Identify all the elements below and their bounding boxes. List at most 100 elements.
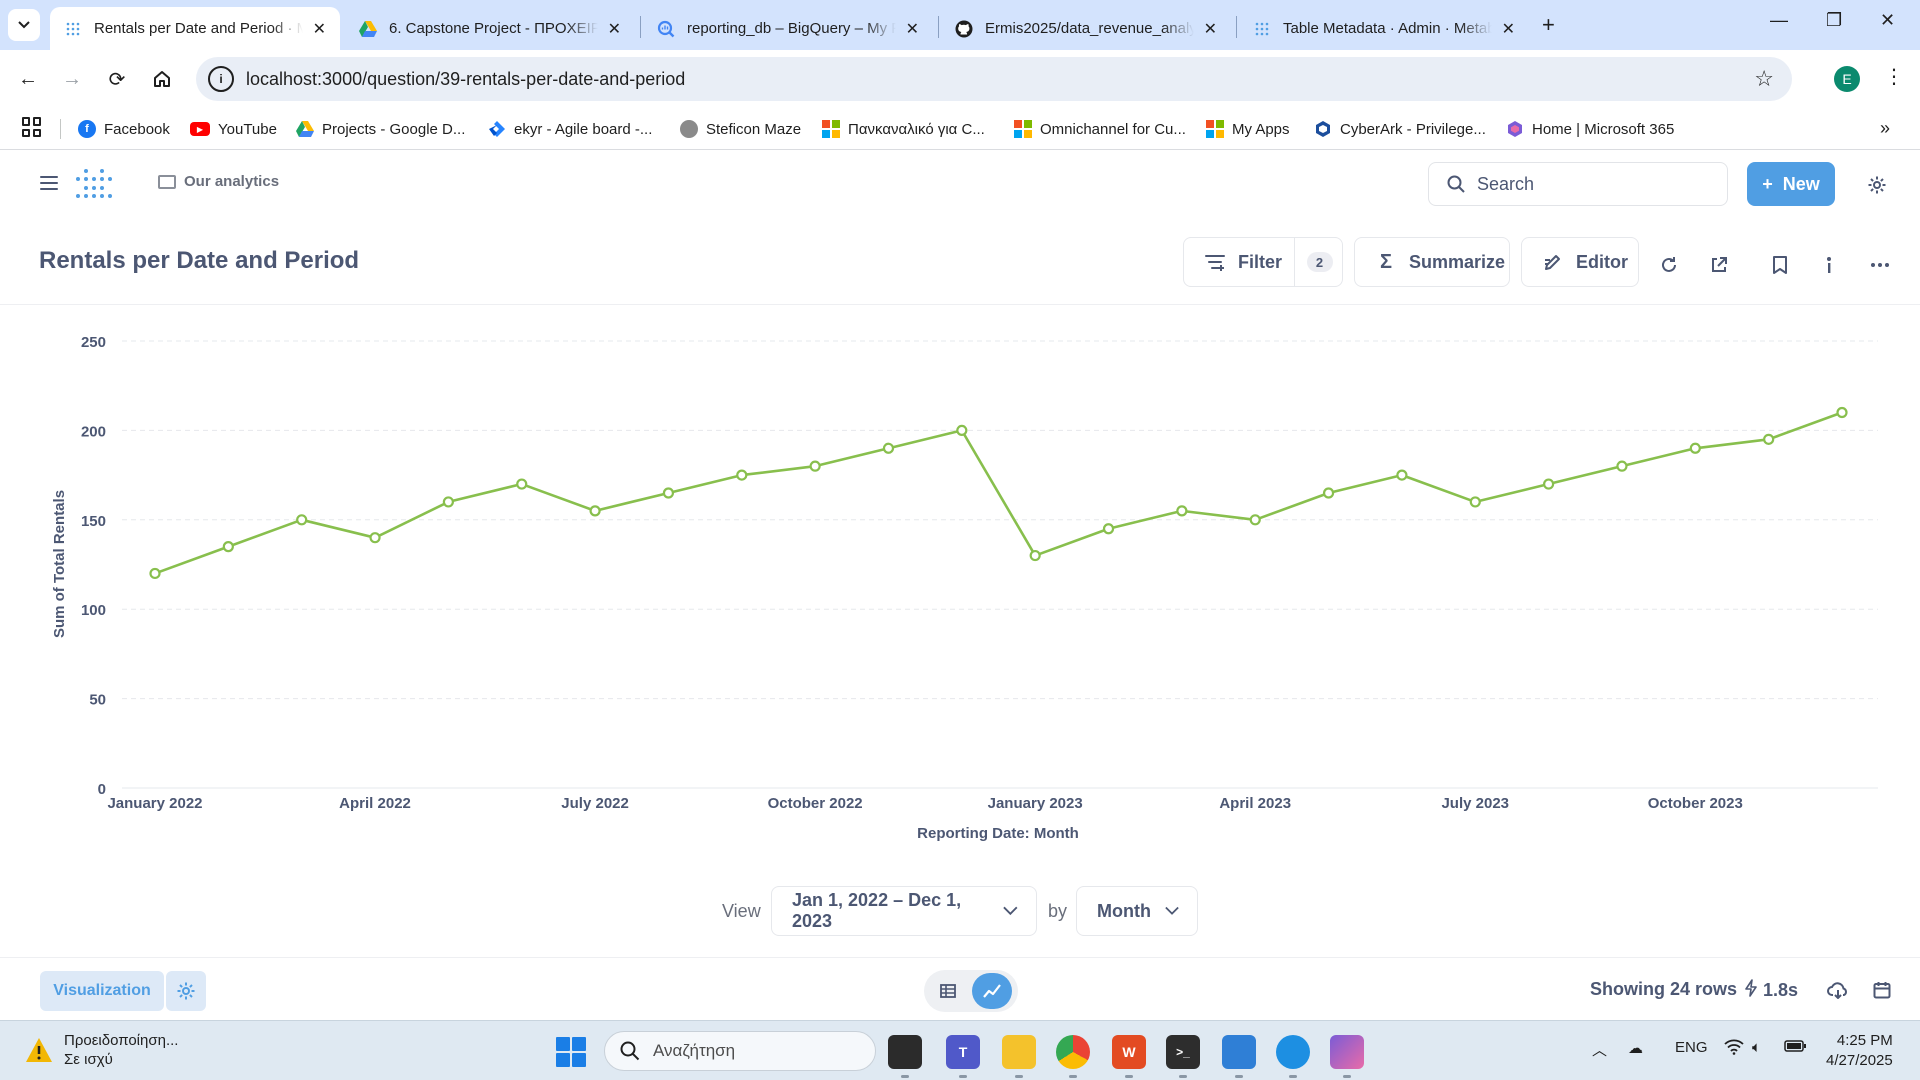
- apps-grid-icon[interactable]: [22, 117, 42, 137]
- question-footer: Visualization Showing 24 rows 1.8s: [0, 957, 1920, 1020]
- data-point: [1396, 469, 1408, 481]
- browser-menu-icon[interactable]: ⋮: [1884, 64, 1904, 89]
- share-icon[interactable]: [1707, 253, 1731, 277]
- battery-icon[interactable]: [1784, 1039, 1806, 1056]
- filter-label: Filter: [1238, 251, 1283, 272]
- bookmark-ekyr-agile-board[interactable]: ekyr - Agile board -...: [488, 117, 652, 141]
- reload-icon[interactable]: ⟳: [101, 63, 133, 95]
- bookmark-icon[interactable]: [1768, 253, 1792, 277]
- browser-tab-table-metadata[interactable]: Table Metadata · Admin · Metabase ✕: [1239, 7, 1529, 50]
- close-icon[interactable]: ✕: [906, 19, 919, 39]
- chrome-icon[interactable]: [1056, 1035, 1090, 1078]
- data-point: [1176, 505, 1188, 517]
- address-bar[interactable]: i localhost:3000/question/39-rentals-per…: [196, 57, 1792, 101]
- data-point: [1102, 523, 1115, 535]
- close-icon[interactable]: ✕: [608, 19, 621, 39]
- onedrive-icon[interactable]: ☁: [1628, 1039, 1643, 1057]
- minimize-icon[interactable]: —: [1770, 10, 1788, 31]
- data-point: [662, 487, 675, 499]
- wifi-icon[interactable]: [1724, 1039, 1744, 1059]
- close-window-icon[interactable]: ✕: [1880, 10, 1895, 31]
- bookmark-pankanaliko[interactable]: Πανκαναλικό για C...: [822, 117, 985, 141]
- file-explorer-icon[interactable]: [1002, 1035, 1036, 1078]
- restore-icon[interactable]: ❐: [1826, 10, 1842, 31]
- notepad-icon[interactable]: [1222, 1035, 1256, 1078]
- summarize-button[interactable]: Σ Summarize: [1354, 237, 1510, 287]
- bookmark-star-icon[interactable]: ☆: [1754, 66, 1774, 92]
- collection-breadcrumb[interactable]: Our analytics: [158, 173, 279, 190]
- hamburger-menu-icon[interactable]: [40, 176, 58, 190]
- metabase-icon: [1253, 20, 1271, 38]
- gear-icon[interactable]: [1865, 173, 1889, 197]
- new-button-label: New: [1782, 173, 1820, 194]
- bookmark-youtube[interactable]: ▶ YouTube: [190, 117, 277, 141]
- chevron-down-icon: [1165, 906, 1179, 915]
- app-icon[interactable]: [1330, 1035, 1364, 1078]
- tab-title: 6. Capstone Project - ΠΡΟΧΕΙΡΟ: [389, 20, 598, 37]
- task-view-icon[interactable]: [888, 1035, 922, 1078]
- bookmark-microsoft-365[interactable]: Home | Microsoft 365: [1506, 117, 1674, 141]
- bookmark-label: Steficon Maze: [706, 120, 802, 138]
- terminal-icon[interactable]: >_: [1166, 1035, 1200, 1078]
- tab-search-button[interactable]: [8, 9, 40, 41]
- bookmark-cyberark[interactable]: CyberArk - Privilege...: [1314, 117, 1486, 141]
- granularity-dropdown[interactable]: Month: [1076, 886, 1198, 936]
- new-button[interactable]: + New: [1747, 162, 1835, 206]
- home-icon[interactable]: [146, 63, 178, 95]
- download-icon[interactable]: [1826, 978, 1850, 1002]
- browser-tab-google-drive[interactable]: 6. Capstone Project - ΠΡΟΧΕΙΡΟ ✕: [345, 7, 635, 50]
- app-header: Our analytics Search + New: [0, 151, 1920, 217]
- bookmark-steficon-maze[interactable]: Steficon Maze: [680, 117, 801, 141]
- browser-tab-metabase-question[interactable]: Rentals per Date and Period · Metabase ✕: [50, 7, 340, 50]
- calendar-icon[interactable]: [1870, 978, 1894, 1002]
- bookmark-omnichannel[interactable]: Omnichannel for Cu...: [1014, 117, 1186, 141]
- page-title[interactable]: Rentals per Date and Period: [39, 247, 359, 275]
- close-icon[interactable]: ✕: [1502, 19, 1515, 39]
- chevron-up-icon[interactable]: ︿: [1592, 1039, 1607, 1060]
- teams-icon[interactable]: T: [946, 1035, 980, 1078]
- table-view-icon[interactable]: [932, 975, 964, 1007]
- more-options-icon[interactable]: [1868, 253, 1892, 277]
- back-icon[interactable]: ←: [12, 63, 44, 95]
- editor-button[interactable]: Editor: [1521, 237, 1639, 287]
- visualization-settings-button[interactable]: [166, 971, 206, 1011]
- data-point: [1836, 406, 1848, 419]
- browser-tab-strip: Rentals per Date and Period · Metabase ✕…: [0, 0, 1920, 50]
- data-point: [882, 442, 895, 454]
- x-tick-label: January 2022: [107, 795, 202, 812]
- bookmark-projects-google-drive[interactable]: Projects - Google D...: [296, 117, 465, 141]
- profile-avatar[interactable]: E: [1834, 66, 1860, 92]
- volume-icon[interactable]: 🔈︎: [1752, 1039, 1761, 1056]
- browser-tab-bigquery[interactable]: reporting_db – BigQuery – My First Proje…: [643, 7, 933, 50]
- weather-widget[interactable]: Προειδοποίηση... Σε ισχύ: [24, 1031, 178, 1069]
- weather-title: Προειδοποίηση...: [64, 1032, 179, 1049]
- info-icon[interactable]: [1817, 253, 1841, 277]
- windows-taskbar: Προειδοποίηση... Σε ισχύ Αναζήτηση T W >…: [0, 1020, 1920, 1080]
- new-tab-button[interactable]: +: [1542, 12, 1555, 38]
- metabase-logo[interactable]: [76, 169, 112, 199]
- docker-icon[interactable]: [1276, 1035, 1310, 1078]
- filter-count-button[interactable]: 2: [1294, 237, 1344, 287]
- double-chevron-right-icon[interactable]: »: [1880, 118, 1890, 139]
- close-icon[interactable]: ✕: [313, 19, 326, 39]
- windows-start-icon[interactable]: [556, 1037, 586, 1067]
- search-icon: [1447, 175, 1465, 193]
- office-app-icon[interactable]: W: [1112, 1035, 1146, 1078]
- visualization-button[interactable]: Visualization: [40, 971, 164, 1011]
- date-range-dropdown[interactable]: Jan 1, 2022 – Dec 1, 2023: [771, 886, 1037, 936]
- close-icon[interactable]: ✕: [1204, 19, 1217, 39]
- bookmark-my-apps[interactable]: My Apps: [1206, 117, 1290, 141]
- github-icon: [955, 20, 973, 38]
- chart-view-icon[interactable]: [972, 973, 1012, 1009]
- system-clock[interactable]: 4:25 PM 4/27/2025: [1826, 1031, 1893, 1071]
- data-point: [296, 514, 308, 526]
- site-info-icon[interactable]: i: [208, 66, 234, 92]
- browser-tab-github[interactable]: Ermis2025/data_revenue_analysis ✕: [941, 7, 1231, 50]
- data-point: [442, 496, 454, 508]
- taskbar-search-input[interactable]: Αναζήτηση: [604, 1031, 876, 1071]
- forward-icon[interactable]: →: [56, 63, 88, 95]
- search-input[interactable]: Search: [1428, 162, 1728, 206]
- bookmark-facebook[interactable]: f Facebook: [78, 117, 170, 141]
- refresh-icon[interactable]: [1657, 253, 1681, 277]
- language-indicator[interactable]: ENG: [1675, 1039, 1708, 1056]
